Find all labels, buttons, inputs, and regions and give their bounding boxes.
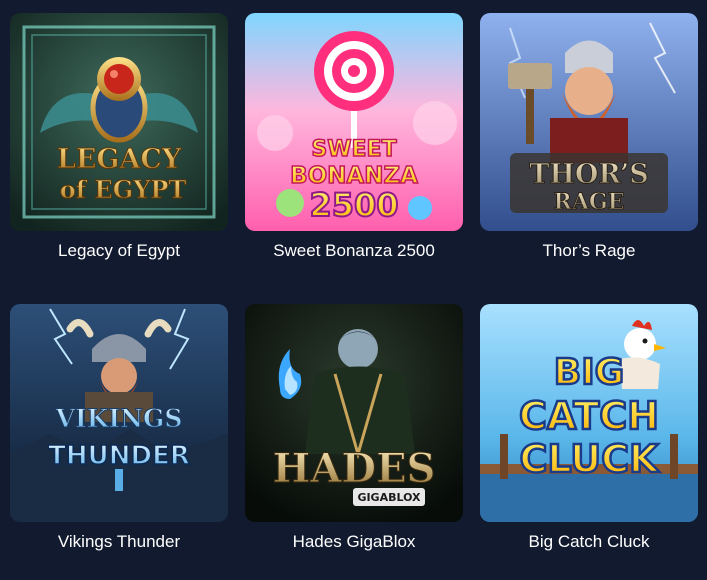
game-logo-line2: of EGYPT: [60, 175, 187, 204]
game-logo-line1: SWEET: [311, 137, 396, 162]
game-logo-line1: VIKINGS: [55, 404, 183, 433]
game-logo-line1: BIG: [554, 352, 624, 393]
game-title[interactable]: Thor’s Rage: [470, 241, 707, 261]
game-logo-line1: HADES: [273, 445, 436, 492]
game-title[interactable]: Big Catch Cluck: [470, 532, 707, 552]
game-art: HADES GIGABLOX: [245, 304, 463, 522]
game-logo-line2: RAGE: [554, 189, 625, 215]
game-tile-vikings-thunder[interactable]: VIKINGS THUNDER Vikings Thunder: [10, 304, 228, 551]
game-thumbnail[interactable]: SWEET BONANZA 2500: [245, 13, 463, 231]
game-logo-line3: 2500: [309, 186, 398, 224]
game-art: VIKINGS THUNDER: [10, 304, 228, 522]
game-tile-big-catch-cluck[interactable]: BIG CATCH CLUCK Big Catch Cluck: [480, 304, 698, 551]
game-logo-line2: THUNDER: [48, 441, 190, 471]
game-tile-legacy-of-egypt[interactable]: LEGACY of EGYPT Legacy of Egypt: [10, 13, 228, 260]
game-logo-line1: LEGACY: [57, 144, 182, 175]
game-art: LEGACY of EGYPT: [10, 13, 228, 231]
game-grid: LEGACY of EGYPT Legacy of Egypt SWEET BO…: [0, 0, 707, 580]
game-tile-hades-gigablox[interactable]: HADES GIGABLOX Hades GigaBlox: [245, 304, 463, 551]
game-title[interactable]: Vikings Thunder: [0, 532, 238, 552]
game-thumbnail[interactable]: HADES GIGABLOX: [245, 304, 463, 522]
game-logo-line1: THOR’S: [529, 159, 649, 190]
game-thumbnail[interactable]: THOR’S RAGE: [480, 13, 698, 231]
game-art: THOR’S RAGE: [480, 13, 698, 231]
game-thumbnail[interactable]: VIKINGS THUNDER: [10, 304, 228, 522]
game-tile-sweet-bonanza-2500[interactable]: SWEET BONANZA 2500 Sweet Bonanza 2500: [245, 13, 463, 260]
game-title[interactable]: Legacy of Egypt: [0, 241, 238, 261]
game-logo-line2: CATCH: [519, 394, 659, 438]
game-art: SWEET BONANZA 2500: [245, 13, 463, 231]
game-tile-thors-rage[interactable]: THOR’S RAGE Thor’s Rage: [480, 13, 698, 260]
game-logo-line3: CLUCK: [520, 437, 660, 481]
game-title[interactable]: Hades GigaBlox: [235, 532, 473, 552]
game-art: BIG CATCH CLUCK: [480, 304, 698, 522]
game-thumbnail[interactable]: BIG CATCH CLUCK: [480, 304, 698, 522]
game-thumbnail[interactable]: LEGACY of EGYPT: [10, 13, 228, 231]
game-logo-line2: GIGABLOX: [357, 491, 421, 504]
game-title[interactable]: Sweet Bonanza 2500: [235, 241, 473, 261]
